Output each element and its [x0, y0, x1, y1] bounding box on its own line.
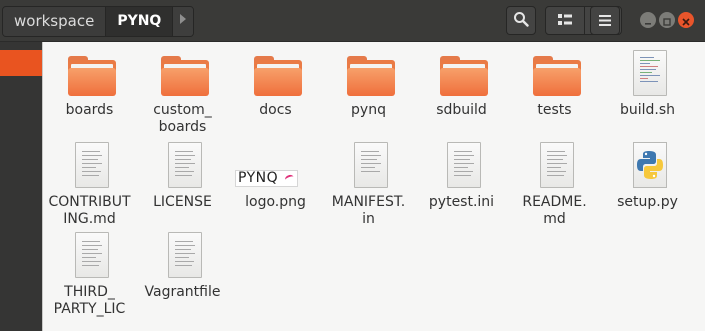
- file-label: docs: [259, 102, 292, 118]
- text-file-icon: [75, 142, 109, 188]
- file-item-setup-py[interactable]: setup.py: [601, 142, 694, 211]
- shell-script-icon: [633, 50, 667, 96]
- folder-icon: [440, 56, 488, 96]
- grid-view-button[interactable]: [546, 7, 584, 34]
- image-thumbnail-icon: PYNQ: [235, 170, 298, 187]
- file-label: sdbuild: [436, 102, 487, 118]
- file-label: Vagrantfile: [144, 284, 221, 300]
- sidebar-item-selected[interactable]: [0, 50, 42, 76]
- file-label: setup.py: [617, 194, 678, 210]
- file-label: tests: [537, 102, 572, 118]
- breadcrumb-workspace[interactable]: workspace: [3, 7, 107, 36]
- file-label: THIRD_ PARTY_LIC: [53, 284, 126, 317]
- file-item-sdbuild[interactable]: sdbuild: [415, 50, 508, 119]
- text-file-icon: [168, 232, 202, 278]
- file-label: build.sh: [619, 102, 676, 118]
- file-label: pytest.ini: [428, 194, 495, 210]
- file-item-contributing[interactable]: CONTRIBUT ING.md: [43, 142, 136, 228]
- file-label: pynq: [351, 102, 386, 118]
- file-item-boards[interactable]: boards: [43, 50, 136, 119]
- file-item-build-sh[interactable]: build.sh: [601, 50, 694, 119]
- file-label: LICENSE: [153, 194, 212, 210]
- search-button[interactable]: [506, 6, 536, 35]
- folder-icon: [533, 56, 581, 96]
- close-button[interactable]: [678, 12, 694, 28]
- python-file-icon: [633, 142, 667, 188]
- breadcrumb: workspace PYNQ: [2, 6, 195, 37]
- file-item-third-party-lic[interactable]: THIRD_ PARTY_LIC: [43, 232, 136, 318]
- file-label: logo.png: [245, 194, 306, 210]
- sidebar: [0, 42, 42, 331]
- breadcrumb-pynq[interactable]: PYNQ: [106, 7, 174, 36]
- minimize-icon: [644, 11, 652, 30]
- list-view-icon: [558, 11, 572, 30]
- hamburger-menu-icon: [599, 11, 611, 30]
- text-file-icon: [447, 142, 481, 188]
- text-file-icon: [354, 142, 388, 188]
- folder-icon: [68, 56, 116, 96]
- maximize-icon: [663, 11, 671, 30]
- file-label: README. md: [522, 194, 587, 227]
- file-label: boards: [65, 102, 114, 118]
- folder-icon: [254, 56, 302, 96]
- file-label: custom_ boards: [153, 102, 212, 135]
- file-item-logo-png[interactable]: PYNQ logo.png: [229, 142, 322, 211]
- file-item-readme-md[interactable]: README. md: [508, 142, 601, 228]
- chevron-right-icon[interactable]: [173, 7, 194, 36]
- text-file-icon: [540, 142, 574, 188]
- file-item-vagrantfile[interactable]: Vagrantfile: [136, 232, 229, 301]
- file-item-custom-boards[interactable]: custom_ boards: [136, 50, 229, 136]
- folder-icon: [347, 56, 395, 96]
- file-item-manifest-in[interactable]: MANIFEST. in: [322, 142, 415, 228]
- file-item-license[interactable]: LICENSE: [136, 142, 229, 211]
- close-icon: [682, 11, 690, 30]
- logo-thumbnail-text: PYNQ: [238, 170, 279, 186]
- text-file-icon: [75, 232, 109, 278]
- header-bar: workspace PYNQ: [0, 0, 705, 42]
- text-file-icon: [168, 142, 202, 188]
- file-item-docs[interactable]: docs: [229, 50, 322, 119]
- minimize-button[interactable]: [640, 12, 656, 28]
- file-grid: boards custom_ boards docs pynq sdbuild …: [43, 42, 705, 331]
- file-item-pynq[interactable]: pynq: [322, 50, 415, 119]
- file-label: MANIFEST. in: [331, 194, 406, 227]
- file-item-tests[interactable]: tests: [508, 50, 601, 119]
- folder-icon: [161, 56, 209, 96]
- menu-button[interactable]: [590, 6, 620, 35]
- search-icon: [513, 11, 529, 31]
- maximize-button[interactable]: [659, 12, 675, 28]
- file-label: CONTRIBUT ING.md: [48, 194, 131, 227]
- file-item-pytest-ini[interactable]: pytest.ini: [415, 142, 508, 211]
